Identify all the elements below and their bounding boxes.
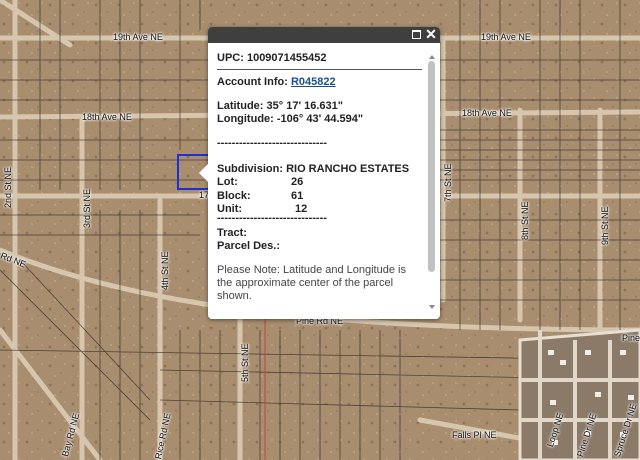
- close-icon[interactable]: ✕: [425, 27, 437, 41]
- upc-value: 1009071455452: [246, 52, 327, 64]
- maximize-icon[interactable]: [410, 28, 422, 40]
- subdivision-label: Subdivision:: [217, 163, 283, 175]
- parcel-des-row: Parcel Des.:: [217, 240, 280, 253]
- street-label-5th-st: 5th St NE: [240, 343, 250, 382]
- lot-row: Lot: 26: [217, 176, 303, 189]
- street-label-18th-ave-left: 18th Ave NE: [82, 112, 132, 122]
- scroll-down-arrow-icon[interactable]: [429, 305, 435, 309]
- popup-content[interactable]: UPC: 1009071455452 Account Info: R045822…: [217, 49, 425, 313]
- street-label-3rd-st: 3rd St NE: [82, 188, 92, 228]
- account-row: Account Info: R045822: [217, 76, 336, 89]
- street-label-7th-st: 7th St NE: [443, 163, 453, 202]
- parcel-info-popup: ✕ UPC: 1009071455452 Account Info: R0458…: [199, 27, 440, 319]
- latitude-row: Latitude: 35° 17' 16.631": [217, 100, 343, 113]
- lot-label: Lot:: [217, 176, 238, 188]
- street-label-falls-pl: Falls Pl NE: [452, 430, 497, 440]
- street-label-2nd-st: 2nd St NE: [3, 166, 13, 208]
- street-label-8th-st: 8th St NE: [520, 201, 530, 240]
- account-label: Account Info:: [217, 76, 288, 88]
- upc-label: UPC:: [217, 52, 244, 64]
- street-label-4th-st: 4th St NE: [160, 251, 170, 290]
- popup-scrollbar[interactable]: [428, 55, 436, 313]
- subdivision-value: RIO RANCHO ESTATES: [286, 163, 410, 175]
- coordinate-note: Please Note: Latitude and Longitude is t…: [217, 264, 406, 302]
- latitude-label: Latitude:: [217, 100, 264, 112]
- account-link[interactable]: R045822: [291, 76, 336, 88]
- separator-line: ------------------------------: [217, 137, 327, 149]
- upc-row: UPC: 1009071455452: [217, 52, 326, 65]
- block-row: Block: 61: [217, 190, 303, 203]
- scroll-thumb[interactable]: [428, 61, 435, 272]
- block-label: Block:: [217, 190, 251, 202]
- separator-line: ------------------------------: [217, 212, 327, 224]
- street-label-9th-st: 9th St NE: [600, 206, 610, 245]
- popup-titlebar: ✕: [208, 27, 440, 43]
- block-value: 61: [291, 190, 304, 202]
- longitude-row: Longitude: -106° 43' 44.594": [217, 113, 363, 126]
- longitude-value: -106° 43' 44.594": [276, 113, 364, 125]
- longitude-label: Longitude:: [217, 113, 274, 125]
- tract-row: Tract:: [217, 227, 247, 240]
- lot-value: 26: [291, 176, 304, 188]
- popup-pointer: [199, 164, 208, 182]
- street-label-18th-ave-right: 18th Ave NE: [462, 108, 512, 118]
- divider: [217, 69, 422, 70]
- latitude-value: 35° 17' 16.631": [266, 100, 343, 112]
- subdivision-row: Subdivision: RIO RANCHO ESTATES: [217, 163, 409, 176]
- scroll-up-arrow-icon[interactable]: [429, 55, 435, 59]
- street-label-19th-ave-right: 19th Ave NE: [481, 32, 531, 42]
- parcel-des-label: Parcel Des.:: [217, 240, 280, 252]
- street-label-19th-ave-left: 19th Ave NE: [113, 32, 163, 42]
- tract-label: Tract:: [217, 227, 247, 239]
- street-label-pine-right: Pine: [622, 333, 640, 343]
